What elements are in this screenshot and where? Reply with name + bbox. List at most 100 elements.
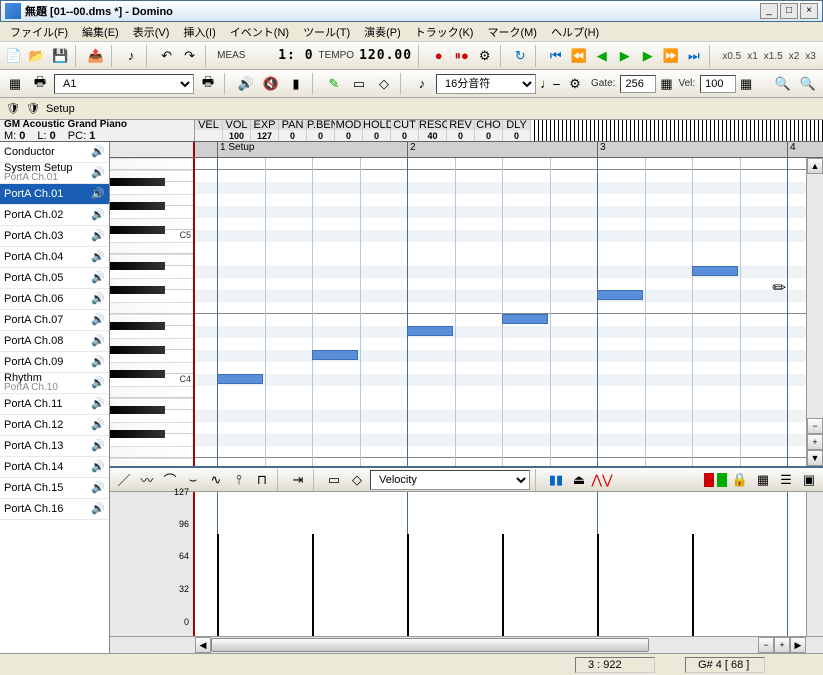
printer-icon-2[interactable]: 🖶 bbox=[197, 73, 219, 95]
go-start-button[interactable]: ⏮ bbox=[546, 45, 566, 67]
zoom-level[interactable]: x3 bbox=[802, 51, 819, 62]
midi-note[interactable] bbox=[597, 290, 643, 300]
go-end-button[interactable]: ⏭ bbox=[684, 45, 704, 67]
cc-grid-icon[interactable]: ▦ bbox=[753, 470, 773, 490]
speaker-icon[interactable]: 🔊 bbox=[91, 355, 105, 369]
cc-list-icon[interactable]: ☰ bbox=[776, 470, 796, 490]
velocity-bar[interactable] bbox=[312, 534, 314, 636]
cc-green-icon[interactable] bbox=[717, 473, 727, 487]
midi-note[interactable] bbox=[692, 266, 738, 276]
param-column[interactable]: VEL bbox=[195, 120, 223, 141]
hscroll-minus-button[interactable]: − bbox=[758, 637, 774, 653]
vertical-scrollbar[interactable]: ▲ − + ▼ bbox=[806, 158, 823, 466]
speaker-icon[interactable]: 🔊 bbox=[91, 187, 105, 201]
track-row[interactable]: PortA Ch.07🔊 bbox=[0, 310, 109, 331]
menu-item[interactable]: ファイル(F) bbox=[4, 22, 74, 42]
param-column[interactable]: CHO0 bbox=[475, 120, 503, 141]
cc-free-tool[interactable]: 〰 bbox=[137, 470, 157, 490]
speaker-icon[interactable]: 🔊 bbox=[91, 481, 105, 495]
cc-bars-icon[interactable]: ▮▮ bbox=[546, 470, 566, 490]
scroll-minus-button[interactable]: − bbox=[807, 418, 823, 434]
gate-input[interactable] bbox=[620, 75, 656, 93]
cc-collapse-icon[interactable]: ▣ bbox=[799, 470, 819, 490]
cc-type-select[interactable]: Velocity bbox=[370, 470, 530, 490]
track-row[interactable]: PortA Ch.06🔊 bbox=[0, 289, 109, 310]
undo-button[interactable]: ↶ bbox=[157, 45, 177, 67]
note-hold-icon[interactable]: ♩⎯ bbox=[539, 73, 561, 95]
track-row[interactable]: RhythmPortA Ch.10🔊 bbox=[0, 373, 109, 394]
horizontal-scrollbar[interactable] bbox=[211, 637, 758, 653]
forward-button[interactable]: ⏩ bbox=[661, 45, 681, 67]
cc-random-tool[interactable]: ⫯ bbox=[229, 470, 249, 490]
param-column[interactable]: VOL100 bbox=[223, 120, 251, 141]
speaker-icon[interactable]: 🔊 bbox=[91, 376, 105, 390]
cc-graph[interactable] bbox=[195, 492, 806, 636]
param-column[interactable]: MOD0 bbox=[335, 120, 363, 141]
track-row[interactable]: PortA Ch.13🔊 bbox=[0, 436, 109, 457]
time-ruler[interactable]: 1 Setup234 bbox=[195, 142, 823, 157]
note-duration-select[interactable]: 16分音符 bbox=[436, 74, 536, 94]
speaker-icon[interactable]: 🔊 bbox=[235, 73, 257, 95]
cc-insert-tool[interactable]: ⇥ bbox=[288, 470, 308, 490]
param-column[interactable]: CUT0 bbox=[391, 120, 419, 141]
speaker-icon[interactable]: 🔊 bbox=[91, 166, 105, 180]
record-pause-button[interactable]: ⏸● bbox=[452, 45, 472, 67]
velocity-bar[interactable] bbox=[597, 534, 599, 636]
hscroll-right-button[interactable]: ▶ bbox=[790, 637, 806, 653]
menu-item[interactable]: 演奏(P) bbox=[358, 22, 407, 42]
note-icon-button[interactable]: ♪ bbox=[121, 45, 141, 67]
track-view-icon[interactable]: ▦ bbox=[4, 73, 26, 95]
cc-vscroll[interactable] bbox=[806, 492, 823, 636]
menu-item[interactable]: ヘルプ(H) bbox=[545, 22, 605, 42]
cc-lock-icon[interactable]: 🔒 bbox=[730, 470, 750, 490]
vel-input[interactable] bbox=[700, 75, 736, 93]
track-select[interactable]: A1 bbox=[54, 74, 194, 94]
pencil-tool[interactable]: ✎ bbox=[323, 73, 345, 95]
param-column[interactable]: RESO40 bbox=[419, 120, 447, 141]
record-settings-button[interactable]: ⚙ bbox=[475, 45, 495, 67]
midi-note[interactable] bbox=[217, 374, 263, 384]
track-row[interactable]: PortA Ch.09🔊 bbox=[0, 352, 109, 373]
velocity-bar[interactable] bbox=[217, 534, 219, 636]
rewind-button[interactable]: ⏪ bbox=[569, 45, 589, 67]
track-row[interactable]: PortA Ch.15🔊 bbox=[0, 478, 109, 499]
cc-select-tool[interactable]: ▭ bbox=[324, 470, 344, 490]
piano-roll-grid[interactable]: ✎ bbox=[195, 158, 806, 466]
midi-note[interactable] bbox=[502, 314, 548, 324]
param-column[interactable]: EXP127 bbox=[251, 120, 279, 141]
menu-item[interactable]: トラック(K) bbox=[409, 22, 480, 42]
cc-red-icon[interactable] bbox=[704, 473, 714, 487]
mini-keyboard[interactable] bbox=[531, 120, 823, 141]
menu-item[interactable]: マーク(M) bbox=[481, 22, 543, 42]
cc-step-tool[interactable]: ⊓ bbox=[252, 470, 272, 490]
minimize-button[interactable]: _ bbox=[760, 3, 778, 19]
speaker-icon[interactable]: 🔊 bbox=[91, 145, 105, 159]
track-row[interactable]: PortA Ch.02🔊 bbox=[0, 205, 109, 226]
speaker-icon[interactable]: 🔊 bbox=[91, 397, 105, 411]
track-row[interactable]: Conductor🔊 bbox=[0, 142, 109, 163]
cc-curve3-tool[interactable]: ∿ bbox=[206, 470, 226, 490]
menu-item[interactable]: 挿入(I) bbox=[177, 22, 221, 42]
speaker-icon[interactable]: 🔊 bbox=[91, 229, 105, 243]
save-file-button[interactable]: 💾 bbox=[50, 45, 70, 67]
record-button[interactable]: ● bbox=[429, 45, 449, 67]
eraser-tool[interactable]: ◇ bbox=[373, 73, 395, 95]
hscroll-left-button[interactable]: ◀ bbox=[195, 637, 211, 653]
piano-keyboard[interactable]: C5C4 bbox=[110, 158, 195, 466]
menu-item[interactable]: 表示(V) bbox=[127, 22, 176, 42]
speaker-icon[interactable]: 🔊 bbox=[91, 313, 105, 327]
zoom-level[interactable]: x0.5 bbox=[719, 51, 744, 62]
speaker-icon[interactable]: 🔊 bbox=[91, 292, 105, 306]
zoom-level[interactable]: x2 bbox=[786, 51, 803, 62]
maximize-button[interactable]: □ bbox=[780, 3, 798, 19]
speaker-icon[interactable]: 🔊 bbox=[91, 208, 105, 222]
velocity-bar[interactable] bbox=[407, 534, 409, 636]
menu-item[interactable]: イベント(N) bbox=[224, 22, 295, 42]
param-column[interactable]: DLY0 bbox=[503, 120, 531, 141]
export-button[interactable]: 📤 bbox=[86, 45, 106, 67]
speaker-icon[interactable]: 🔊 bbox=[91, 418, 105, 432]
step-fwd-button[interactable]: ▶ bbox=[638, 45, 658, 67]
close-button[interactable]: × bbox=[800, 3, 818, 19]
metronome-icon[interactable]: ▮ bbox=[285, 73, 307, 95]
menu-item[interactable]: 編集(E) bbox=[76, 22, 125, 42]
